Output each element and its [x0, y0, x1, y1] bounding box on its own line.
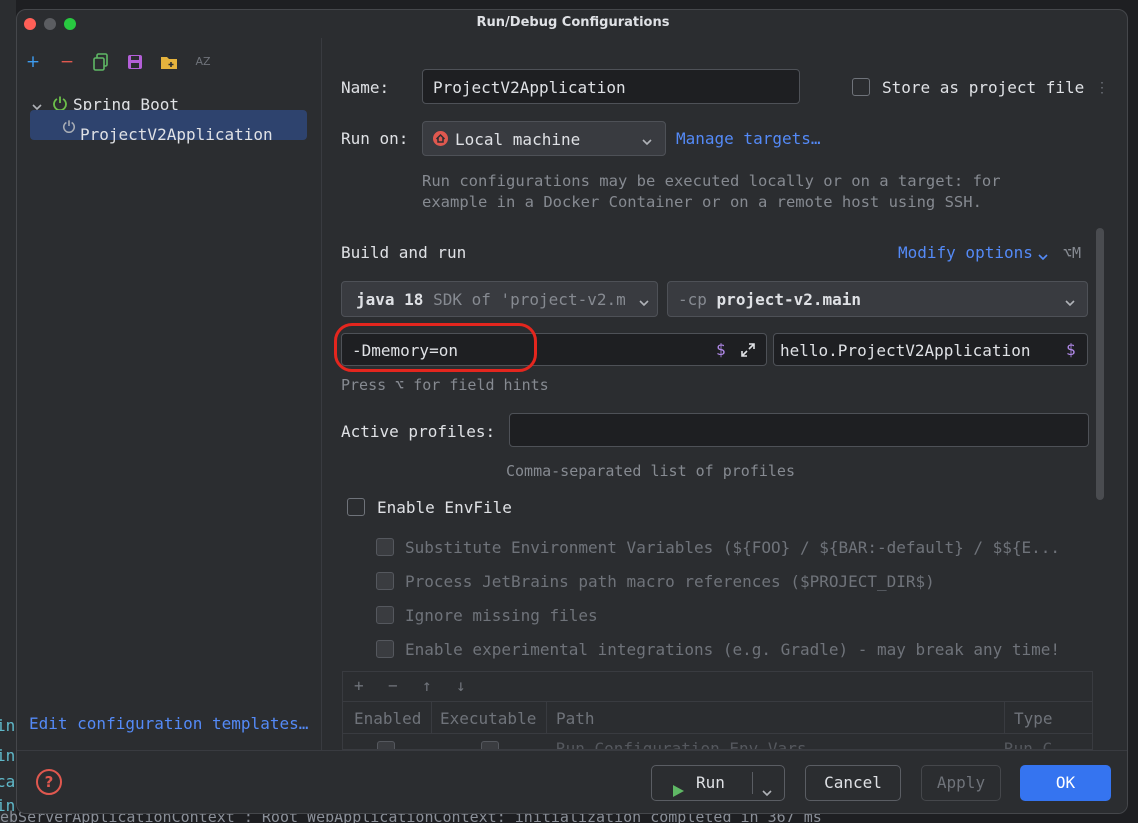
- background-code-line: ca: [0, 772, 16, 791]
- remove-icon[interactable]: −: [388, 676, 398, 695]
- name-label: Name:: [341, 78, 390, 97]
- background-code-line: in: [0, 746, 16, 765]
- add-icon[interactable]: +: [354, 676, 364, 695]
- add-icon[interactable]: +: [23, 52, 43, 72]
- ok-button[interactable]: OK: [1020, 765, 1111, 801]
- active-profiles-field[interactable]: [509, 413, 1089, 447]
- chevron-down-icon: [641, 133, 653, 152]
- substitute-env-vars-checkbox[interactable]: [376, 538, 394, 556]
- background-code-line: in: [0, 716, 16, 735]
- store-as-project-file-label: Store as project file: [882, 78, 1085, 97]
- jdk-dropdown[interactable]: java 18 SDK of 'project-v2.m: [341, 281, 658, 317]
- column-header-enabled[interactable]: Enabled: [354, 709, 421, 728]
- main-class-value: hello.ProjectV2Application: [780, 341, 1031, 360]
- store-as-project-file-checkbox[interactable]: [852, 78, 870, 96]
- run-on-hint-line-1: Run configurations may be executed local…: [422, 172, 1001, 190]
- title-bar: Run/Debug Configurations: [17, 10, 1127, 38]
- local-machine-icon: [432, 130, 449, 151]
- ignore-missing-files-label: Ignore missing files: [405, 606, 598, 625]
- tree-item-label: ProjectV2Application: [80, 125, 273, 144]
- ignore-missing-files-checkbox[interactable]: [376, 606, 394, 624]
- move-up-icon[interactable]: ↑: [422, 676, 432, 695]
- move-down-icon[interactable]: ↓: [456, 676, 466, 695]
- name-field-value: ProjectV2Application: [433, 78, 626, 97]
- row-executable-checkbox[interactable]: [481, 741, 499, 749]
- cancel-button[interactable]: Cancel: [805, 765, 901, 801]
- enable-envfile-checkbox[interactable]: [347, 498, 365, 516]
- chevron-down-icon: [1064, 294, 1076, 313]
- chevron-down-icon[interactable]: [1037, 248, 1049, 267]
- run-on-label: Run on:: [341, 129, 409, 148]
- experimental-integrations-checkbox[interactable]: [376, 640, 394, 658]
- build-and-run-heading: Build and run: [341, 243, 467, 262]
- active-profiles-label: Active profiles:: [341, 422, 496, 441]
- classpath-dropdown[interactable]: -cp project-v2.main: [667, 281, 1088, 317]
- chevron-down-icon[interactable]: [31, 98, 43, 111]
- row-path: Run Configuration Env Vars: [556, 739, 807, 750]
- envfile-table-toolbar: + − ↑ ↓: [343, 672, 1092, 702]
- jdk-source: SDK of 'project-v2.m: [433, 290, 626, 309]
- help-icon[interactable]: ?: [36, 769, 62, 795]
- run-on-hint-line-2: example in a Docker Container or on a re…: [422, 193, 982, 211]
- background-ide-edge: [0, 0, 16, 823]
- vertical-scrollbar[interactable]: [1096, 228, 1104, 500]
- chevron-down-icon: [638, 294, 650, 313]
- remove-icon[interactable]: −: [57, 52, 77, 72]
- modify-options-link[interactable]: Modify options: [898, 243, 1033, 262]
- column-header-executable[interactable]: Executable: [440, 709, 536, 728]
- folder-icon[interactable]: [159, 53, 179, 75]
- save-icon[interactable]: [126, 53, 144, 75]
- envfile-table-header: Enabled Executable Path Type: [343, 702, 1092, 734]
- run-debug-configurations-dialog: Run/Debug Configurations + − AZ Spring B…: [16, 9, 1128, 814]
- macro-dollar-icon[interactable]: $: [1066, 340, 1076, 359]
- experimental-integrations-label: Enable experimental integrations (e.g. G…: [405, 640, 1061, 659]
- run-icon: [671, 776, 685, 810]
- field-hints-hint: Press ⌥ for field hints: [341, 376, 549, 394]
- process-path-macros-label: Process JetBrains path macro references …: [405, 572, 935, 591]
- run-on-value: Local machine: [455, 130, 581, 149]
- sort-alphabetically-icon[interactable]: AZ: [193, 52, 213, 72]
- dialog-button-bar: ? Run Cancel Apply OK: [17, 750, 1127, 813]
- jdk-version: java 18: [356, 290, 424, 309]
- run-on-dropdown[interactable]: Local machine: [422, 121, 666, 156]
- chevron-down-icon[interactable]: [761, 777, 773, 811]
- expand-icon[interactable]: [740, 342, 756, 362]
- envfile-table: + − ↑ ↓ Enabled Executable Path Type Run…: [342, 671, 1093, 750]
- configuration-tree-panel: + − AZ Spring Boot ProjectV2Application …: [17, 38, 322, 750]
- classpath-prefix: -cp: [678, 290, 707, 309]
- substitute-env-vars-label: Substitute Environment Variables (${FOO}…: [405, 538, 1061, 557]
- column-header-path[interactable]: Path: [556, 709, 595, 728]
- edit-configuration-templates-link[interactable]: Edit configuration templates…: [29, 714, 308, 733]
- copy-icon[interactable]: [92, 53, 110, 75]
- process-path-macros-checkbox[interactable]: [376, 572, 394, 590]
- configuration-editor: Name: ProjectV2Application Store as proj…: [323, 38, 1127, 750]
- profiles-hint: Comma-separated list of profiles: [506, 462, 795, 480]
- run-button-label: Run: [696, 773, 725, 792]
- row-type: Run C: [1004, 739, 1053, 750]
- modify-options-shortcut: ⌥M: [1063, 244, 1082, 262]
- manage-targets-link[interactable]: Manage targets…: [676, 129, 821, 148]
- run-button[interactable]: Run: [651, 765, 785, 801]
- more-options-icon[interactable]: ⋮: [1095, 80, 1109, 96]
- annotation-highlight: [334, 323, 537, 372]
- classpath-module: project-v2.main: [716, 290, 862, 309]
- name-field[interactable]: ProjectV2Application: [422, 69, 800, 104]
- dialog-title: Run/Debug Configurations: [476, 15, 670, 30]
- enable-envfile-label: Enable EnvFile: [377, 498, 512, 517]
- row-enabled-checkbox[interactable]: [377, 741, 395, 749]
- column-header-type[interactable]: Type: [1014, 709, 1053, 728]
- table-row[interactable]: Run Configuration Env Vars Run C: [343, 735, 1092, 750]
- apply-button[interactable]: Apply: [921, 765, 1001, 801]
- spring-boot-run-icon: [62, 118, 76, 137]
- macro-dollar-icon[interactable]: $: [716, 340, 726, 359]
- main-class-field[interactable]: hello.ProjectV2Application $: [773, 333, 1088, 366]
